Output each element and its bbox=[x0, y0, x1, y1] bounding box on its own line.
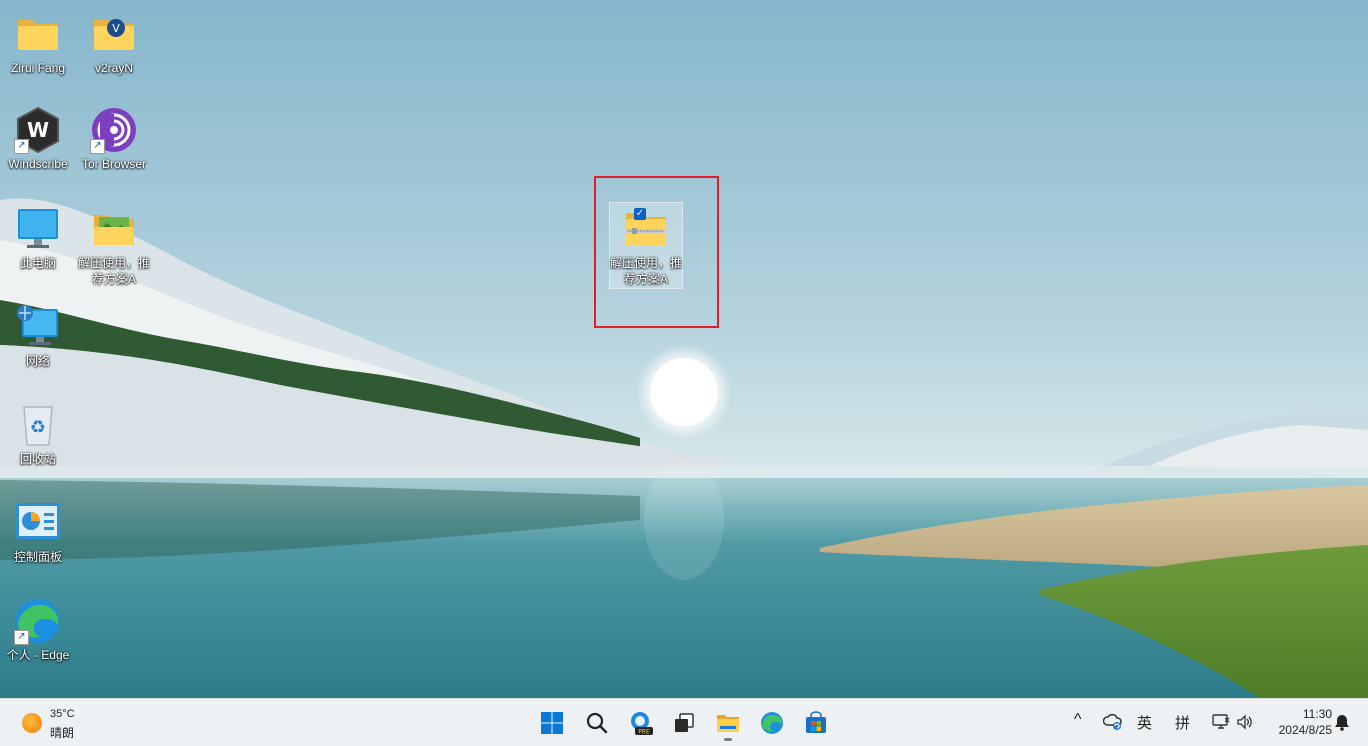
desktop-icon-label: v2rayN bbox=[94, 61, 133, 75]
desktop-icon-recycle-bin[interactable]: ♻ 回收站 bbox=[1, 401, 75, 467]
desktop-icon-label: Windscribe bbox=[8, 157, 68, 171]
svg-text:PRE: PRE bbox=[638, 729, 650, 736]
weather-temp: 35°C bbox=[50, 708, 75, 720]
recycle-bin-icon: ♻ bbox=[14, 401, 62, 449]
desktop-icon-label: 控制面板 bbox=[13, 550, 62, 564]
taskbar: 35°C 晴朗 PRE ^ 英 拼 11:30 2024/8/25 bbox=[0, 698, 1368, 746]
desktop-icon-control-panel[interactable]: 控制面板 bbox=[1, 499, 75, 565]
desktop-icon-label: 此电脑 bbox=[19, 256, 56, 270]
active-indicator bbox=[724, 738, 732, 741]
svg-text:W: W bbox=[27, 118, 49, 142]
desktop-icon-edge[interactable]: ↗ 个人 - Edge bbox=[1, 597, 75, 663]
shortcut-arrow-icon: ↗ bbox=[90, 139, 105, 154]
desktop-icon-label: 回收站 bbox=[19, 452, 56, 466]
desktop-icon-extract-folder[interactable]: 解压使用，推荐方案A bbox=[77, 205, 151, 287]
store-button[interactable] bbox=[798, 705, 834, 741]
edge-icon bbox=[761, 712, 783, 734]
desktop-wallpaper bbox=[0, 0, 1368, 698]
desktop-icon-network[interactable]: 网络 bbox=[1, 303, 75, 369]
start-button[interactable] bbox=[534, 705, 570, 741]
file-explorer-button[interactable] bbox=[710, 705, 746, 741]
desktop-icon-windscribe[interactable]: W ↗ Windscribe bbox=[1, 106, 75, 172]
desktop-icon-this-pc[interactable]: 此电脑 bbox=[1, 205, 75, 271]
search-icon bbox=[586, 712, 608, 734]
desktop-icon-label: 个人 - Edge bbox=[6, 648, 70, 662]
ime-mode-indicator[interactable]: 拼 bbox=[1175, 712, 1190, 733]
sun-icon bbox=[22, 713, 42, 733]
network-status-icon[interactable] bbox=[1212, 713, 1230, 735]
network-icon bbox=[14, 303, 62, 351]
shortcut-arrow-icon: ↗ bbox=[14, 630, 29, 645]
edge-button[interactable] bbox=[754, 705, 790, 741]
weather-condition: 晴朗 bbox=[50, 726, 75, 740]
desktop-icon-v2rayn[interactable]: V v2rayN bbox=[77, 10, 151, 76]
task-view-icon bbox=[675, 713, 694, 732]
v2rayn-folder-icon: V bbox=[90, 10, 138, 58]
control-panel-icon bbox=[14, 499, 62, 547]
tor-browser-icon: ↗ bbox=[90, 106, 138, 154]
clock-time: 11:30 bbox=[1302, 707, 1332, 721]
svg-text:♻: ♻ bbox=[30, 417, 46, 438]
search-button[interactable] bbox=[579, 705, 615, 741]
svg-text:V: V bbox=[112, 22, 120, 35]
store-icon bbox=[806, 711, 826, 733]
desktop-icon-tor-browser[interactable]: ↗ Tor Browser bbox=[77, 106, 151, 172]
image-folder-icon bbox=[90, 205, 138, 253]
computer-icon bbox=[14, 205, 62, 253]
copilot-button[interactable]: PRE bbox=[623, 705, 659, 741]
weather-widget[interactable]: 35°C 晴朗 bbox=[18, 708, 138, 740]
highlight-box bbox=[594, 176, 719, 328]
desktop-icon-label: Zirui Fang bbox=[10, 61, 66, 75]
notification-bell-icon[interactable] bbox=[1334, 713, 1350, 735]
desktop-icon-label: 解压使用，推荐方案A bbox=[77, 256, 150, 286]
windscribe-icon: W ↗ bbox=[14, 106, 62, 154]
volume-icon[interactable] bbox=[1236, 713, 1254, 735]
desktop-icon-label: Tor Browser bbox=[81, 157, 146, 171]
clock-date: 2024/8/25 bbox=[1278, 723, 1332, 737]
file-explorer-icon bbox=[717, 715, 739, 732]
task-view-button[interactable] bbox=[666, 705, 702, 741]
edge-icon: ↗ bbox=[14, 597, 62, 645]
copilot-pre-icon: PRE bbox=[631, 712, 653, 736]
desktop-icon-label: 网络 bbox=[25, 354, 50, 368]
folder-icon bbox=[14, 10, 62, 58]
clock[interactable]: 11:30 2024/8/25 bbox=[1262, 706, 1332, 738]
shortcut-arrow-icon: ↗ bbox=[14, 139, 29, 154]
ime-language-indicator[interactable]: 英 bbox=[1137, 712, 1152, 733]
desktop-icon-zirui-fang[interactable]: Zirui Fang bbox=[1, 10, 75, 76]
show-hidden-icons-button[interactable]: ^ bbox=[1074, 711, 1082, 729]
onedrive-sync-icon[interactable] bbox=[1102, 713, 1123, 735]
windows-logo-icon bbox=[541, 712, 563, 734]
